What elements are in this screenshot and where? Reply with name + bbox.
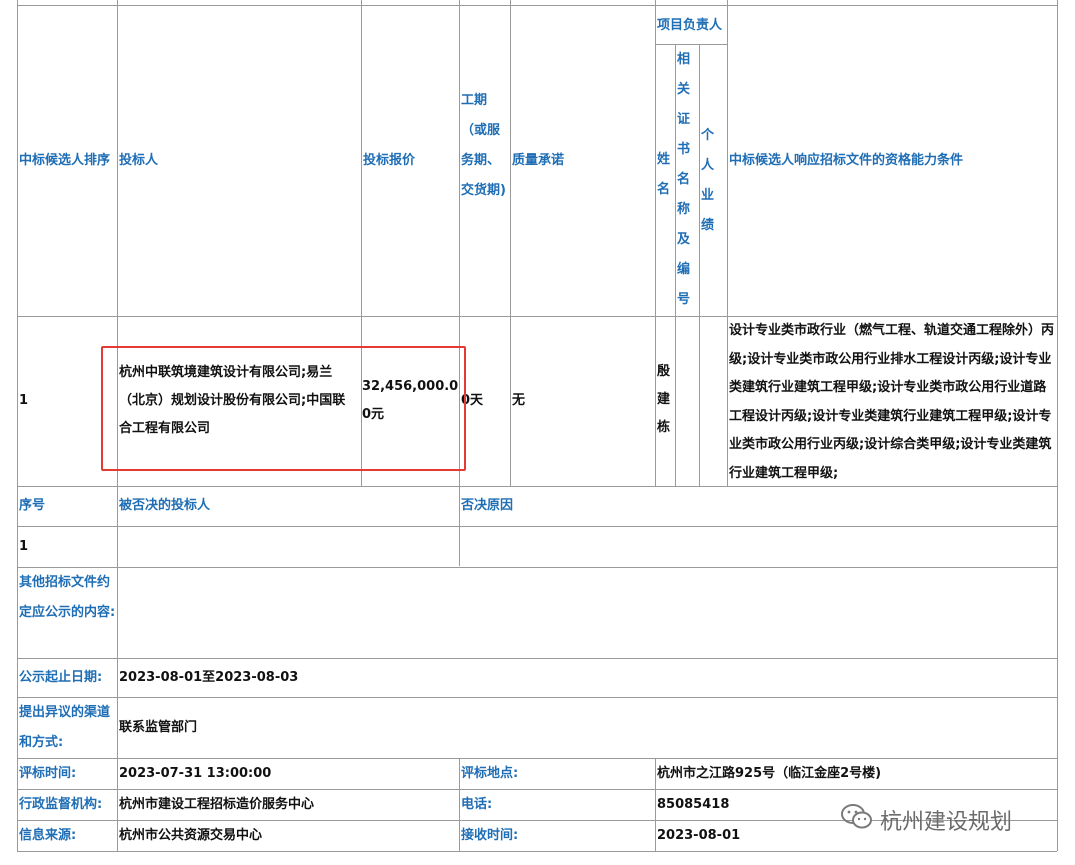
objection-value: 联系监管部门: [119, 720, 198, 735]
eval-time-value: 2023-07-31 13:00:00: [119, 766, 272, 781]
header-price: 投标报价: [363, 153, 416, 168]
header-bidder: 投标人: [119, 153, 159, 168]
period-value: 2023-08-01至2023-08-03: [119, 670, 299, 685]
rejected-header-seq: 序号: [19, 498, 46, 513]
wechat-icon: [840, 803, 874, 837]
supervisor-value: 杭州市建设工程招标造价服务中心: [119, 797, 315, 812]
rejected-header-reason: 否决原因: [461, 498, 514, 513]
row-manager-name: 殷建栋: [657, 364, 671, 435]
header-project-manager: 项目负责人: [657, 18, 723, 33]
row-quality: 无: [512, 393, 526, 408]
watermark: 杭州建设规划: [840, 803, 1012, 837]
source-value: 杭州市公共资源交易中心: [119, 828, 263, 843]
source-label: 信息来源:: [19, 828, 77, 843]
row-rank: 1: [19, 393, 29, 408]
header-qualification: 中标候选人响应招标文件的资格能力条件: [729, 153, 964, 168]
eval-place-value: 杭州市之江路925号（临江金座2号楼): [657, 766, 882, 781]
supervisor-label: 行政监督机构:: [19, 797, 103, 812]
header-rank: 中标候选人排序: [19, 153, 111, 168]
rejected-row-seq: 1: [19, 539, 29, 554]
header-performance: 个人业绩: [701, 128, 715, 233]
other-label: 其他招标文件约定应公示的内容:: [19, 575, 116, 620]
objection-label: 提出异议的渠道和方式:: [19, 705, 111, 750]
header-certificate: 相关证书名称及编号: [677, 52, 691, 307]
header-quality: 质量承诺: [512, 153, 565, 168]
receive-value: 2023-08-01: [657, 828, 741, 843]
eval-time-label: 评标时间:: [19, 766, 77, 781]
eval-place-label: 评标地点:: [461, 766, 519, 781]
rejected-header-bidder: 被否决的投标人: [119, 498, 211, 513]
phone-value: 85085418: [657, 797, 730, 812]
period-label: 公示起止日期:: [19, 670, 103, 685]
header-name: 姓名: [657, 152, 671, 197]
highlight-box: [101, 346, 466, 471]
phone-label: 电话:: [461, 797, 493, 812]
watermark-text: 杭州建设规划: [880, 810, 1013, 835]
header-duration: 工期（或服务期、交货期): [461, 93, 506, 198]
receive-label: 接收时间:: [461, 828, 519, 843]
row-qualification: 设计专业类市政行业（燃气工程、轨道交通工程除外）丙级;设计专业类市政公用行业排水…: [729, 323, 1055, 481]
